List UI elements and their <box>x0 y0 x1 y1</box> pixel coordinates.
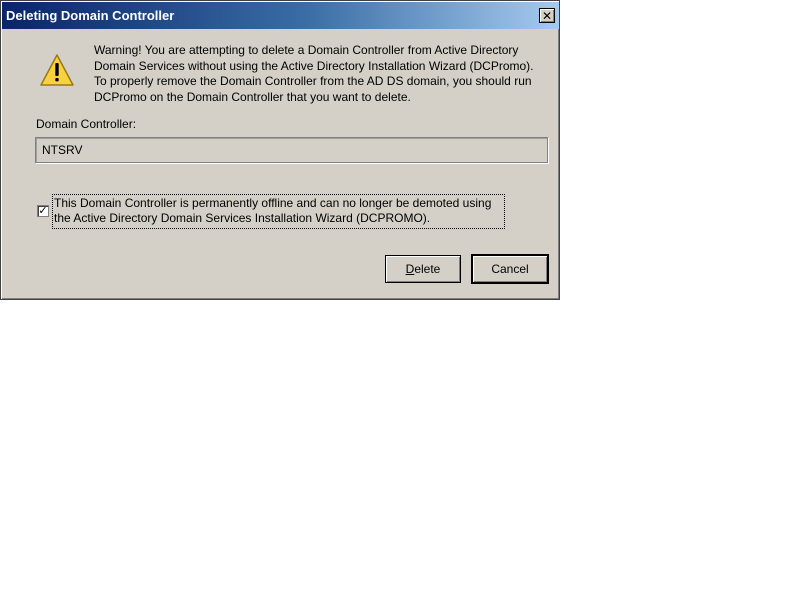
warning-triangle-icon <box>40 54 74 86</box>
domain-controller-label: Domain Controller: <box>36 117 137 131</box>
close-button[interactable]: ✕ <box>539 8 555 23</box>
delete-button-label: elete <box>414 262 441 276</box>
delete-button-mnemonic: D <box>405 262 415 276</box>
delete-button[interactable]: Delete <box>385 255 461 283</box>
dialog-title: Deleting Domain Controller <box>6 8 175 23</box>
warning-message: Warning! You are attempting to delete a … <box>94 43 534 104</box>
offline-checkbox[interactable]: ✓ <box>37 205 49 217</box>
cancel-button-label: Cancel <box>491 262 529 276</box>
cancel-button[interactable]: Cancel <box>472 255 548 283</box>
deleting-domain-controller-dialog: Deleting Domain Controller ✕ Warning! Yo… <box>0 0 560 300</box>
offline-checkbox-label[interactable]: This Domain Controller is permanently of… <box>52 194 505 229</box>
title-bar[interactable]: Deleting Domain Controller ✕ <box>2 2 559 29</box>
domain-controller-field: NTSRV <box>35 137 548 163</box>
close-icon: ✕ <box>541 8 553 23</box>
